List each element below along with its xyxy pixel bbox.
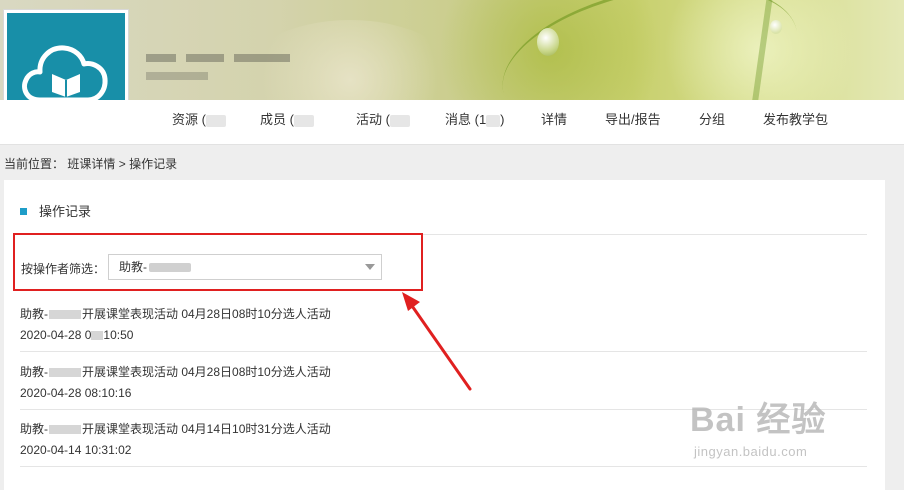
tab-activities[interactable]: 活动 (: [356, 100, 410, 144]
divider: [20, 351, 867, 352]
tab-export-report[interactable]: 导出/报告: [605, 100, 661, 144]
tab-groups[interactable]: 分组: [699, 100, 725, 144]
breadcrumb: 当前位置： 班课详情 > 操作记录: [4, 157, 178, 171]
breadcrumb-current: 操作记录: [129, 157, 178, 171]
baidu-jingyan-watermark: Bai 经验 jingyan.baidu.com: [690, 401, 827, 459]
class-nav-bar: 资源 ( 成员 ( 活动 ( 消息 (1) 详情 导出/报告 分组 发布教学包: [0, 100, 904, 145]
tab-messages[interactable]: 消息 (1): [445, 100, 505, 144]
cloud-book-icon: [22, 45, 108, 103]
log-record: 助教- 开展课堂表现活动 04月28日08时10分选人活动 2020-04-28 …: [20, 365, 331, 400]
tab-details[interactable]: 详情: [541, 100, 567, 144]
class-subtitle-redacted: [146, 72, 208, 80]
tab-members[interactable]: 成员 (: [260, 100, 314, 144]
breadcrumb-link-class-details[interactable]: 班课详情: [67, 157, 115, 171]
panel-title: 操作记录: [20, 201, 91, 220]
log-record: 助教- 开展课堂表现活动 04月28日08时10分选人活动 2020-04-28 …: [20, 307, 331, 342]
title-marker-icon: [20, 208, 27, 216]
annotation-highlight-box: [13, 233, 423, 291]
class-banner: [0, 0, 904, 100]
breadcrumb-prefix: 当前位置：: [4, 157, 65, 171]
class-name-redacted: [146, 50, 328, 64]
tab-resources[interactable]: 资源 (: [172, 100, 226, 144]
water-drop-decoration: [537, 28, 559, 56]
tab-publish-teaching-package[interactable]: 发布教学包: [763, 100, 828, 144]
